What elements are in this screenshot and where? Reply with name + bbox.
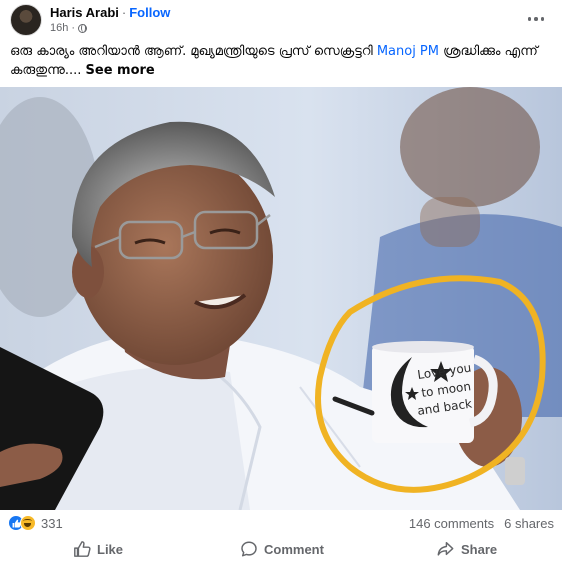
share-label: Share [461,541,498,557]
speech-bubble-icon [240,540,258,558]
comment-label: Comment [264,541,324,557]
post-timestamp[interactable]: 16h [50,22,68,34]
caption-mention-link[interactable]: Manoj PM [377,44,439,59]
reaction-count: 331 [41,515,63,531]
post-stats: 331 146 comments 6 shares [0,510,562,536]
post-caption: ഒരു കാര്യം അറിയാൻ ആണ്. മുഖ്യമന്ത്രിയുടെ … [10,42,555,80]
post-photo[interactable]: Love you to moon and back [0,87,562,510]
shares-count[interactable]: 6 shares [504,516,554,531]
author-line: Haris Arabi · Follow [50,5,170,20]
see-more-link[interactable]: See more [86,63,155,78]
meta-separator: · [71,22,76,34]
share-arrow-icon [436,540,455,558]
engagement-counts: 146 comments 6 shares [409,516,554,531]
comment-button[interactable]: Comment [240,536,324,562]
haha-reaction-icon [20,515,36,531]
action-bar: Like Comment Share [0,536,562,564]
author-name[interactable]: Haris Arabi [50,5,119,20]
separator: · [121,5,127,20]
like-label: Like [97,541,124,557]
post-header: Haris Arabi · Follow 16h · [0,0,562,40]
post-meta: 16h · [50,22,88,34]
caption-text: ഒരു കാര്യം അറിയാൻ ആണ്. മുഖ്യമന്ത്രിയുടെ … [10,44,377,59]
reactions-summary[interactable]: 331 [8,515,63,531]
thumbs-up-icon [73,540,91,558]
more-options-icon[interactable] [526,9,546,29]
globe-icon [78,23,88,33]
author-avatar[interactable] [10,4,42,36]
photo-scene: Love you to moon and back [0,87,562,510]
share-button[interactable]: Share [436,536,497,562]
like-button[interactable]: Like [73,536,123,562]
comments-count[interactable]: 146 comments [409,516,494,531]
follow-button[interactable]: Follow [129,5,170,20]
